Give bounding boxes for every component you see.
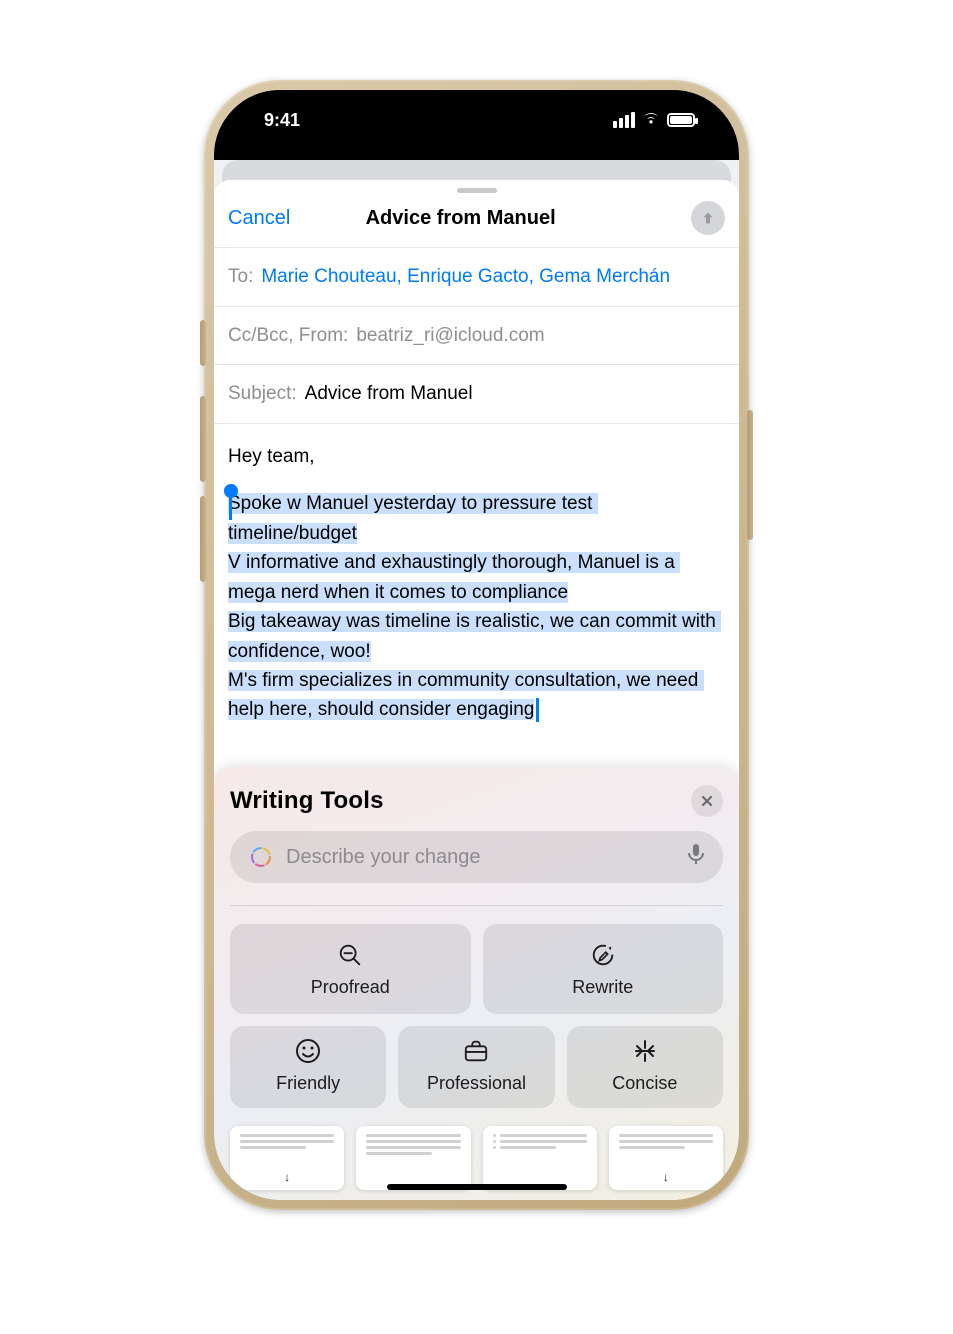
cellular-icon bbox=[613, 112, 635, 128]
format-list-button[interactable] bbox=[483, 1126, 597, 1190]
apple-intelligence-icon bbox=[248, 844, 274, 870]
format-table-button[interactable]: ↓ bbox=[609, 1126, 723, 1190]
writing-tools-panel: Writing Tools bbox=[214, 767, 739, 1200]
format-options-row: ↓ bbox=[230, 1120, 723, 1190]
writing-tools-title: Writing Tools bbox=[230, 787, 384, 815]
arrow-down-icon: ↓ bbox=[663, 1170, 669, 1184]
mail-app: Cancel Advice from Manuel To: Marie Chou… bbox=[214, 160, 739, 1200]
concise-label: Concise bbox=[612, 1073, 677, 1094]
selection-start-handle[interactable] bbox=[224, 484, 238, 498]
input-placeholder: Describe your change bbox=[286, 846, 675, 869]
compose-sheet: Cancel Advice from Manuel To: Marie Chou… bbox=[214, 180, 739, 1200]
concise-icon bbox=[632, 1038, 658, 1071]
arrow-down-icon: ↓ bbox=[284, 1170, 290, 1184]
professional-label: Professional bbox=[427, 1073, 526, 1094]
send-button[interactable] bbox=[691, 201, 725, 235]
describe-change-input[interactable]: Describe your change bbox=[230, 831, 723, 883]
wifi-icon bbox=[641, 111, 661, 130]
battery-icon bbox=[667, 113, 695, 127]
selected-text[interactable]: Spoke w Manuel yesterday to pressure tes… bbox=[228, 493, 721, 720]
rewrite-icon bbox=[590, 942, 616, 975]
concise-button[interactable]: Concise bbox=[567, 1026, 723, 1108]
mute-switch bbox=[200, 320, 206, 366]
screen: 9:41 Cancel Advice from Manuel bbox=[214, 90, 739, 1200]
selection-end-handle[interactable] bbox=[536, 698, 539, 722]
home-indicator[interactable] bbox=[387, 1184, 567, 1190]
rewrite-label: Rewrite bbox=[572, 977, 633, 998]
subject-value: Advice from Manuel bbox=[305, 381, 473, 407]
volume-up-button bbox=[200, 396, 206, 482]
to-field[interactable]: To: Marie Chouteau, Enrique Gacto, Gema … bbox=[214, 247, 739, 306]
friendly-button[interactable]: Friendly bbox=[230, 1026, 386, 1108]
compose-navbar: Cancel Advice from Manuel bbox=[214, 197, 739, 247]
friendly-icon bbox=[295, 1038, 321, 1071]
rewrite-button[interactable]: Rewrite bbox=[483, 924, 724, 1014]
dynamic-island bbox=[412, 110, 542, 148]
cc-from-field[interactable]: Cc/Bcc, From: beatriz_ri@icloud.com bbox=[214, 306, 739, 365]
format-summary-button[interactable]: ↓ bbox=[230, 1126, 344, 1190]
format-keypoints-button[interactable] bbox=[356, 1126, 470, 1190]
arrow-up-icon bbox=[700, 210, 716, 226]
close-icon bbox=[700, 794, 714, 808]
power-button bbox=[747, 410, 753, 540]
proofread-label: Proofread bbox=[311, 977, 390, 998]
to-label: To: bbox=[228, 264, 253, 290]
close-button[interactable] bbox=[691, 785, 723, 817]
proofread-button[interactable]: Proofread bbox=[230, 924, 471, 1014]
from-email: beatriz_ri@icloud.com bbox=[356, 323, 544, 349]
phone-frame: 9:41 Cancel Advice from Manuel bbox=[204, 80, 749, 1210]
sheet-grabber[interactable] bbox=[457, 188, 497, 193]
subject-field[interactable]: Subject: Advice from Manuel bbox=[214, 364, 739, 423]
to-recipients[interactable]: Marie Chouteau, Enrique Gacto, Gema Merc… bbox=[261, 264, 670, 290]
microphone-icon[interactable] bbox=[687, 843, 705, 871]
divider bbox=[230, 905, 723, 906]
cc-label: Cc/Bcc, From: bbox=[228, 323, 348, 349]
subject-label: Subject: bbox=[228, 381, 297, 407]
professional-button[interactable]: Professional bbox=[398, 1026, 554, 1108]
proofread-icon bbox=[337, 942, 363, 975]
briefcase-icon bbox=[463, 1038, 489, 1071]
volume-down-button bbox=[200, 496, 206, 582]
compose-title: Advice from Manuel bbox=[230, 207, 691, 230]
status-time: 9:41 bbox=[264, 110, 300, 131]
friendly-label: Friendly bbox=[276, 1073, 340, 1094]
body-greeting: Hey team, bbox=[228, 442, 725, 471]
